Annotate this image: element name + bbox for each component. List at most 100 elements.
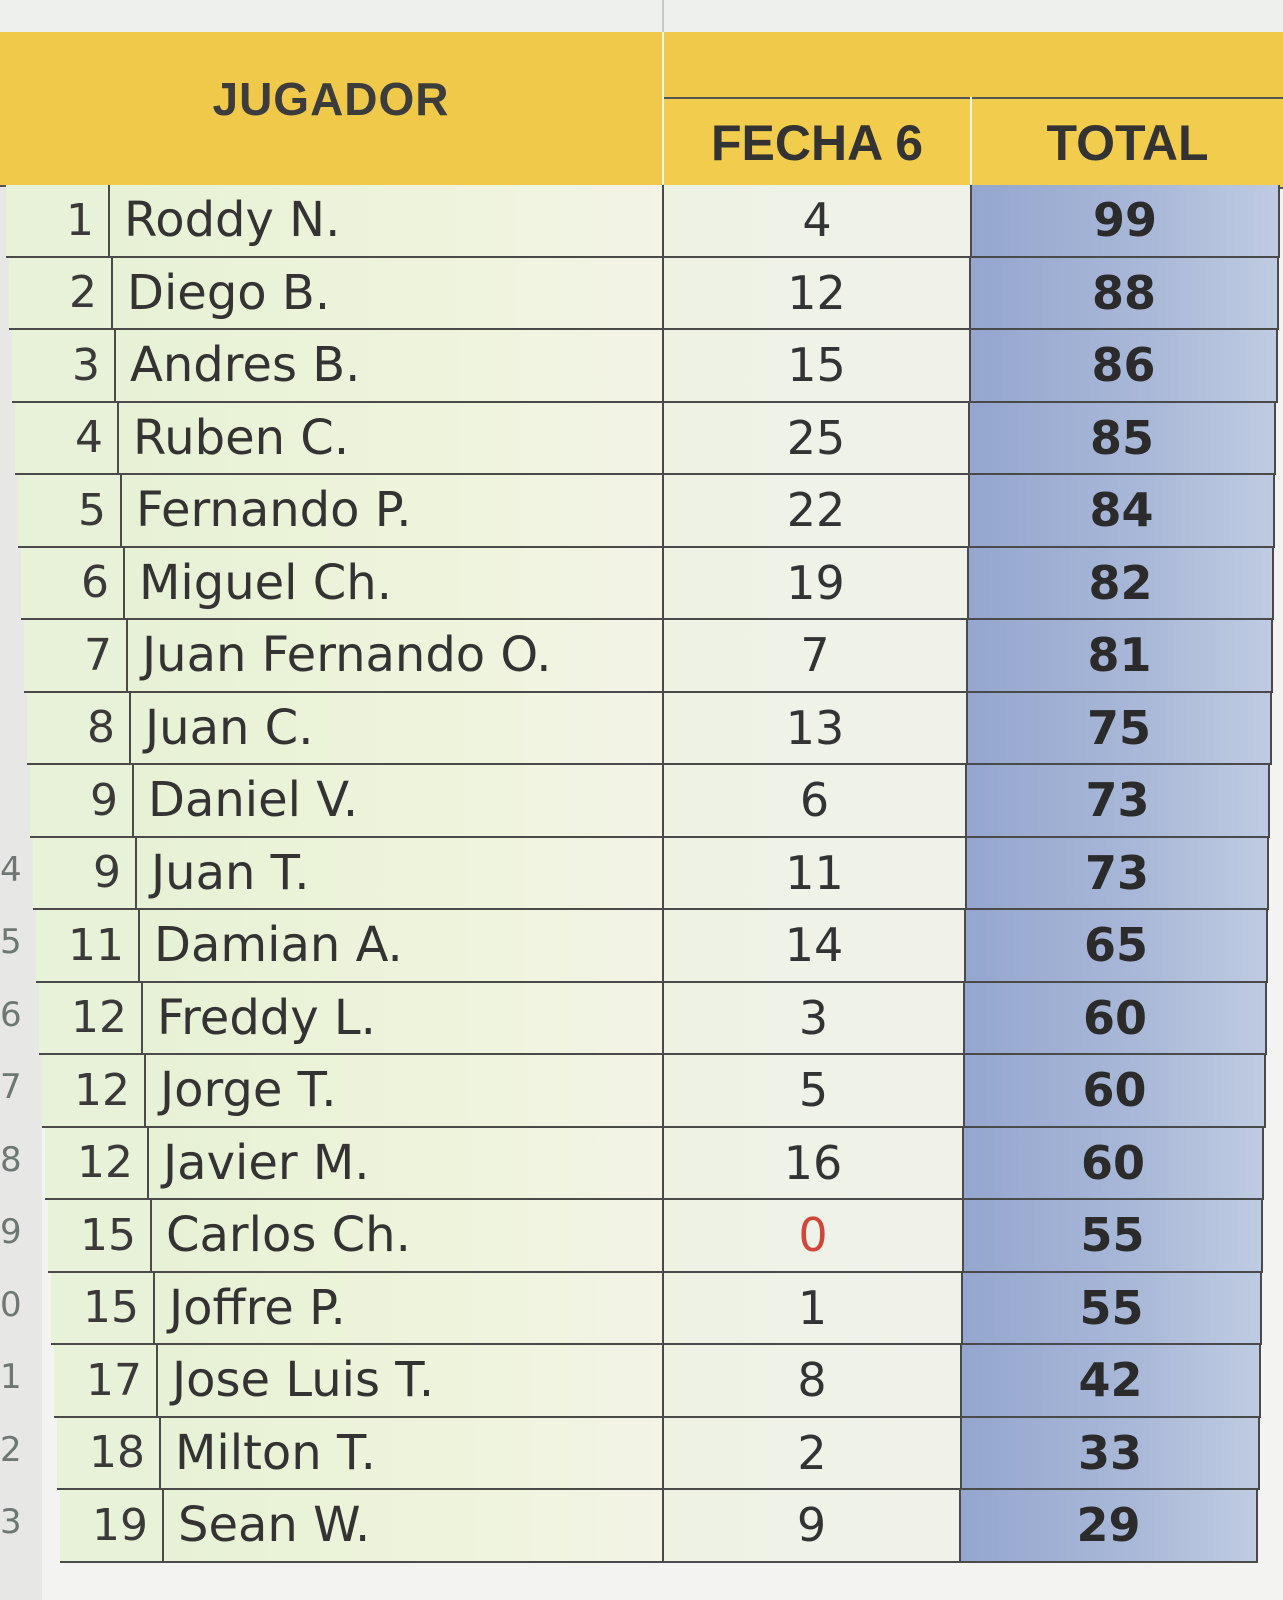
fecha-score-cell[interactable]: 14: [662, 910, 966, 983]
table-row[interactable]: 15 Joffre P. 1 55: [0, 1272, 1283, 1345]
table-row[interactable]: 12 Freddy L. 3 60: [0, 982, 1283, 1055]
fecha-score-cell[interactable]: 15: [662, 330, 971, 403]
player-name-cell[interactable]: Jorge T.: [146, 1055, 664, 1128]
total-score-cell[interactable]: 55: [963, 1272, 1262, 1345]
player-name-cell[interactable]: Juan C.: [131, 692, 664, 765]
table-row[interactable]: 1 Roddy N. 4 99: [0, 185, 1283, 258]
player-name-cell[interactable]: Miguel Ch.: [125, 547, 664, 620]
table-row[interactable]: 6 Miguel Ch. 19 82: [0, 547, 1283, 620]
player-name-cell[interactable]: Roddy N.: [110, 185, 664, 258]
fecha-score-cell[interactable]: 9: [662, 1490, 961, 1563]
table-row[interactable]: 17 Jose Luis T. 8 42: [0, 1345, 1283, 1418]
fecha-score-cell[interactable]: 11: [662, 837, 967, 910]
rank-cell[interactable]: 5: [18, 475, 122, 548]
fecha-score-cell[interactable]: 25: [662, 402, 970, 475]
player-name-cell[interactable]: Jose Luis T.: [158, 1345, 664, 1418]
rank-cell[interactable]: 12: [45, 1127, 149, 1200]
table-row[interactable]: 12 Javier M. 16 60: [0, 1127, 1283, 1200]
total-score-cell[interactable]: 29: [961, 1490, 1258, 1563]
total-score-cell[interactable]: 60: [965, 1055, 1266, 1128]
table-row[interactable]: 9 Juan T. 11 73: [0, 837, 1283, 910]
player-name-cell[interactable]: Carlos Ch.: [152, 1200, 664, 1273]
fecha-score-cell[interactable]: 5: [662, 1055, 965, 1128]
rank-cell[interactable]: 15: [48, 1200, 152, 1273]
rank-cell[interactable]: 9: [30, 765, 134, 838]
player-name-cell[interactable]: Freddy L.: [143, 982, 664, 1055]
player-name-cell[interactable]: Diego B.: [113, 257, 664, 330]
total-score-cell[interactable]: 55: [964, 1200, 1263, 1273]
rank-cell[interactable]: 3: [12, 330, 116, 403]
rank-cell[interactable]: 19: [60, 1490, 164, 1563]
total-score-cell[interactable]: 73: [967, 765, 1270, 838]
total-score-cell[interactable]: 88: [971, 257, 1279, 330]
rank-cell[interactable]: 15: [51, 1272, 155, 1345]
rank-cell[interactable]: 1: [6, 185, 110, 258]
player-name-cell[interactable]: Sean W.: [164, 1490, 664, 1563]
rank-cell[interactable]: 12: [39, 982, 143, 1055]
total-score-cell[interactable]: 65: [966, 910, 1268, 983]
table-row[interactable]: 5 Fernando P. 22 84: [0, 475, 1283, 548]
table-row[interactable]: 11 Damian A. 14 65: [0, 910, 1283, 983]
total-score-cell[interactable]: 81: [968, 620, 1273, 693]
table-row[interactable]: 8 Juan C. 13 75: [0, 692, 1283, 765]
header-fecha[interactable]: FECHA 6: [664, 97, 970, 189]
total-score-cell[interactable]: 33: [962, 1417, 1260, 1490]
table-row[interactable]: 12 Jorge T. 5 60: [0, 1055, 1283, 1128]
rank-cell[interactable]: 6: [21, 547, 125, 620]
fecha-score-cell[interactable]: 16: [662, 1127, 964, 1200]
player-name-cell[interactable]: Ruben C.: [119, 402, 664, 475]
player-name-cell[interactable]: Juan Fernando O.: [128, 620, 664, 693]
fecha-score-cell[interactable]: 1: [662, 1272, 963, 1345]
table-row[interactable]: 19 Sean W. 9 29: [0, 1490, 1283, 1563]
header-right-banner[interactable]: [664, 32, 1283, 97]
total-score-cell[interactable]: 75: [968, 692, 1272, 765]
player-name-cell[interactable]: Joffre P.: [155, 1272, 664, 1345]
header-total[interactable]: TOTAL: [972, 97, 1283, 189]
player-name-cell[interactable]: Daniel V.: [134, 765, 664, 838]
total-score-cell[interactable]: 42: [962, 1345, 1261, 1418]
fecha-score-cell[interactable]: 22: [662, 475, 970, 548]
fecha-score-cell[interactable]: 8: [662, 1345, 962, 1418]
fecha-score-cell[interactable]: 6: [662, 765, 967, 838]
player-name-cell[interactable]: Fernando P.: [122, 475, 664, 548]
player-name-cell[interactable]: Milton T.: [161, 1417, 664, 1490]
total-score-cell[interactable]: 60: [964, 1127, 1264, 1200]
total-score-cell[interactable]: 82: [969, 547, 1274, 620]
player-name-cell[interactable]: Damian A.: [140, 910, 664, 983]
total-score-cell[interactable]: 85: [970, 402, 1276, 475]
table-row[interactable]: 18 Milton T. 2 33: [0, 1417, 1283, 1490]
total-score-cell[interactable]: 60: [965, 982, 1267, 1055]
player-name-cell[interactable]: Andres B.: [116, 330, 664, 403]
total-score-cell[interactable]: 86: [971, 330, 1278, 403]
fecha-score-cell[interactable]: 2: [662, 1417, 962, 1490]
rank-cell[interactable]: 17: [54, 1345, 158, 1418]
header-jugador[interactable]: JUGADOR: [0, 32, 662, 187]
table-row[interactable]: 2 Diego B. 12 88: [0, 257, 1283, 330]
fecha-score-cell[interactable]: 19: [662, 547, 969, 620]
rank-cell[interactable]: 4: [15, 402, 119, 475]
fecha-score-cell[interactable]: 3: [662, 982, 965, 1055]
player-name-cell[interactable]: Javier M.: [149, 1127, 664, 1200]
table-row[interactable]: 15 Carlos Ch. 0 55: [0, 1200, 1283, 1273]
total-score-cell[interactable]: 73: [967, 837, 1269, 910]
rank-cell[interactable]: 2: [9, 257, 113, 330]
spreadsheet: 4567890123 JUGADOR FECHA 6 TOTAL 1 Roddy …: [0, 0, 1283, 1600]
player-name-cell[interactable]: Juan T.: [137, 837, 664, 910]
rank-cell[interactable]: 18: [57, 1417, 161, 1490]
rank-cell[interactable]: 12: [42, 1055, 146, 1128]
fecha-score-cell[interactable]: 12: [662, 257, 971, 330]
fecha-score-cell[interactable]: 0: [662, 1200, 964, 1273]
rank-cell[interactable]: 7: [24, 620, 128, 693]
rank-cell[interactable]: 8: [27, 692, 131, 765]
fecha-score-cell[interactable]: 4: [662, 185, 972, 258]
table-row[interactable]: 3 Andres B. 15 86: [0, 330, 1283, 403]
rank-cell[interactable]: 9: [33, 837, 137, 910]
rank-cell[interactable]: 11: [36, 910, 140, 983]
total-score-cell[interactable]: 99: [972, 185, 1280, 258]
fecha-score-cell[interactable]: 7: [662, 620, 968, 693]
fecha-score-cell[interactable]: 13: [662, 692, 968, 765]
total-score-cell[interactable]: 84: [970, 475, 1275, 548]
table-row[interactable]: 9 Daniel V. 6 73: [0, 765, 1283, 838]
table-row[interactable]: 7 Juan Fernando O. 7 81: [0, 620, 1283, 693]
table-row[interactable]: 4 Ruben C. 25 85: [0, 402, 1283, 475]
